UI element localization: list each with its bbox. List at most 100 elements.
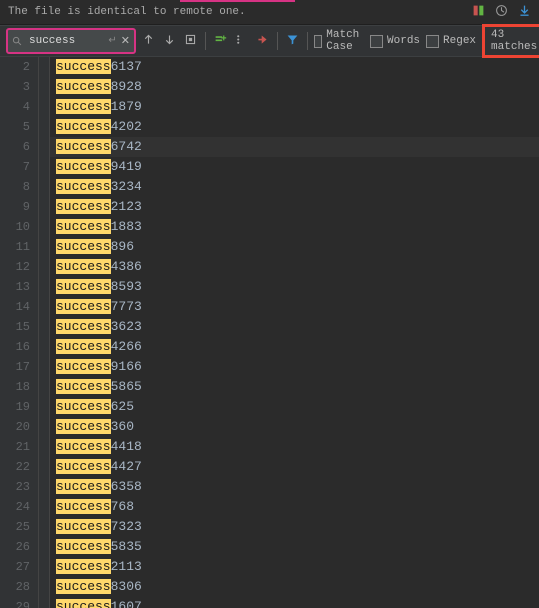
search-highlight: success (56, 299, 111, 314)
search-highlight: success (56, 199, 111, 214)
separator (307, 32, 308, 50)
code-line[interactable]: success4418 (50, 437, 539, 457)
add-selection-icon[interactable] (214, 33, 227, 50)
line-number: 18 (0, 377, 38, 397)
code-line[interactable]: success2123 (50, 197, 539, 217)
filter-options-icon[interactable] (235, 33, 248, 50)
words-checkbox[interactable]: Words (370, 35, 420, 48)
search-highlight: success (56, 259, 111, 274)
code-line[interactable]: success8306 (50, 577, 539, 597)
download-icon[interactable] (518, 4, 531, 21)
code-line[interactable]: success3234 (50, 177, 539, 197)
search-highlight: success (56, 379, 111, 394)
search-highlight: success (56, 239, 111, 254)
match-case-checkbox[interactable]: Match Case (314, 29, 364, 53)
search-highlight: success (56, 439, 111, 454)
search-input-box[interactable]: ↵ ✕ (6, 28, 136, 54)
code-line[interactable]: success1879 (50, 97, 539, 117)
code-line[interactable]: success6137 (50, 57, 539, 77)
line-number: 27 (0, 557, 38, 577)
search-highlight: success (56, 59, 111, 74)
code-line[interactable]: success5835 (50, 537, 539, 557)
search-highlight: success (56, 539, 111, 554)
code-line[interactable]: success4427 (50, 457, 539, 477)
search-highlight: success (56, 359, 111, 374)
gutter-bar (38, 57, 50, 608)
editor: 2345678910111213141516171819202122232425… (0, 57, 539, 608)
code-line[interactable]: success896 (50, 237, 539, 257)
search-input[interactable] (27, 34, 104, 48)
code-line[interactable]: success4202 (50, 117, 539, 137)
find-toolbar: ↵ ✕ Match Case Words Regex 43 matches (0, 25, 539, 57)
history-icon[interactable] (495, 4, 508, 21)
code-line[interactable]: success7773 (50, 297, 539, 317)
code-line[interactable]: success9419 (50, 157, 539, 177)
code-line[interactable]: success4386 (50, 257, 539, 277)
search-highlight: success (56, 119, 111, 134)
code-area[interactable]: success6137success8928success1879success… (50, 57, 539, 608)
line-number: 4 (0, 97, 38, 117)
code-line[interactable]: success768 (50, 497, 539, 517)
search-highlight: success (56, 219, 111, 234)
search-highlight: success (56, 579, 111, 594)
tab-active-underline (180, 0, 295, 2)
line-number: 20 (0, 417, 38, 437)
line-number: 2 (0, 57, 38, 77)
code-line[interactable]: success4266 (50, 337, 539, 357)
enter-hint-icon: ↵ (108, 35, 116, 47)
line-number: 28 (0, 577, 38, 597)
line-number: 15 (0, 317, 38, 337)
search-highlight: success (56, 419, 111, 434)
code-line[interactable]: success8928 (50, 77, 539, 97)
search-highlight: success (56, 279, 111, 294)
code-line[interactable]: success7323 (50, 517, 539, 537)
code-line[interactable]: success6358 (50, 477, 539, 497)
export-icon[interactable] (256, 33, 269, 50)
next-match-icon[interactable] (163, 33, 176, 50)
code-line[interactable]: success5865 (50, 377, 539, 397)
code-line[interactable]: success1883 (50, 217, 539, 237)
compare-icon[interactable] (472, 4, 485, 21)
code-line[interactable]: success3623 (50, 317, 539, 337)
line-number: 21 (0, 437, 38, 457)
search-highlight: success (56, 179, 111, 194)
search-highlight: success (56, 159, 111, 174)
line-number: 23 (0, 477, 38, 497)
search-highlight: success (56, 339, 111, 354)
separator (277, 32, 278, 50)
search-highlight: success (56, 99, 111, 114)
line-number: 29 (0, 597, 38, 608)
line-number: 26 (0, 537, 38, 557)
line-number: 14 (0, 297, 38, 317)
line-number: 22 (0, 457, 38, 477)
select-all-icon[interactable] (184, 33, 197, 50)
line-number: 19 (0, 397, 38, 417)
code-line[interactable]: success2113 (50, 557, 539, 577)
line-number: 9 (0, 197, 38, 217)
status-bar: The file is identical to remote one. (0, 0, 539, 25)
search-highlight: success (56, 139, 111, 154)
code-line[interactable]: success9166 (50, 357, 539, 377)
line-number: 12 (0, 257, 38, 277)
code-line[interactable]: success1607 (50, 597, 539, 608)
line-number: 17 (0, 357, 38, 377)
code-line[interactable]: success625 (50, 397, 539, 417)
search-highlight: success (56, 79, 111, 94)
code-line[interactable]: success360 (50, 417, 539, 437)
gutter: 2345678910111213141516171819202122232425… (0, 57, 38, 608)
filter-icon[interactable] (286, 33, 299, 50)
code-line[interactable]: success8593 (50, 277, 539, 297)
line-number: 16 (0, 337, 38, 357)
search-highlight: success (56, 479, 111, 494)
code-line[interactable]: success6742 (50, 137, 539, 157)
line-number: 8 (0, 177, 38, 197)
line-number: 24 (0, 497, 38, 517)
search-highlight: success (56, 459, 111, 474)
line-number: 5 (0, 117, 38, 137)
prev-match-icon[interactable] (142, 33, 155, 50)
search-highlight: success (56, 499, 111, 514)
regex-checkbox[interactable]: Regex (426, 35, 476, 48)
clear-search-icon[interactable]: ✕ (121, 34, 130, 48)
line-number: 3 (0, 77, 38, 97)
search-highlight: success (56, 599, 111, 608)
